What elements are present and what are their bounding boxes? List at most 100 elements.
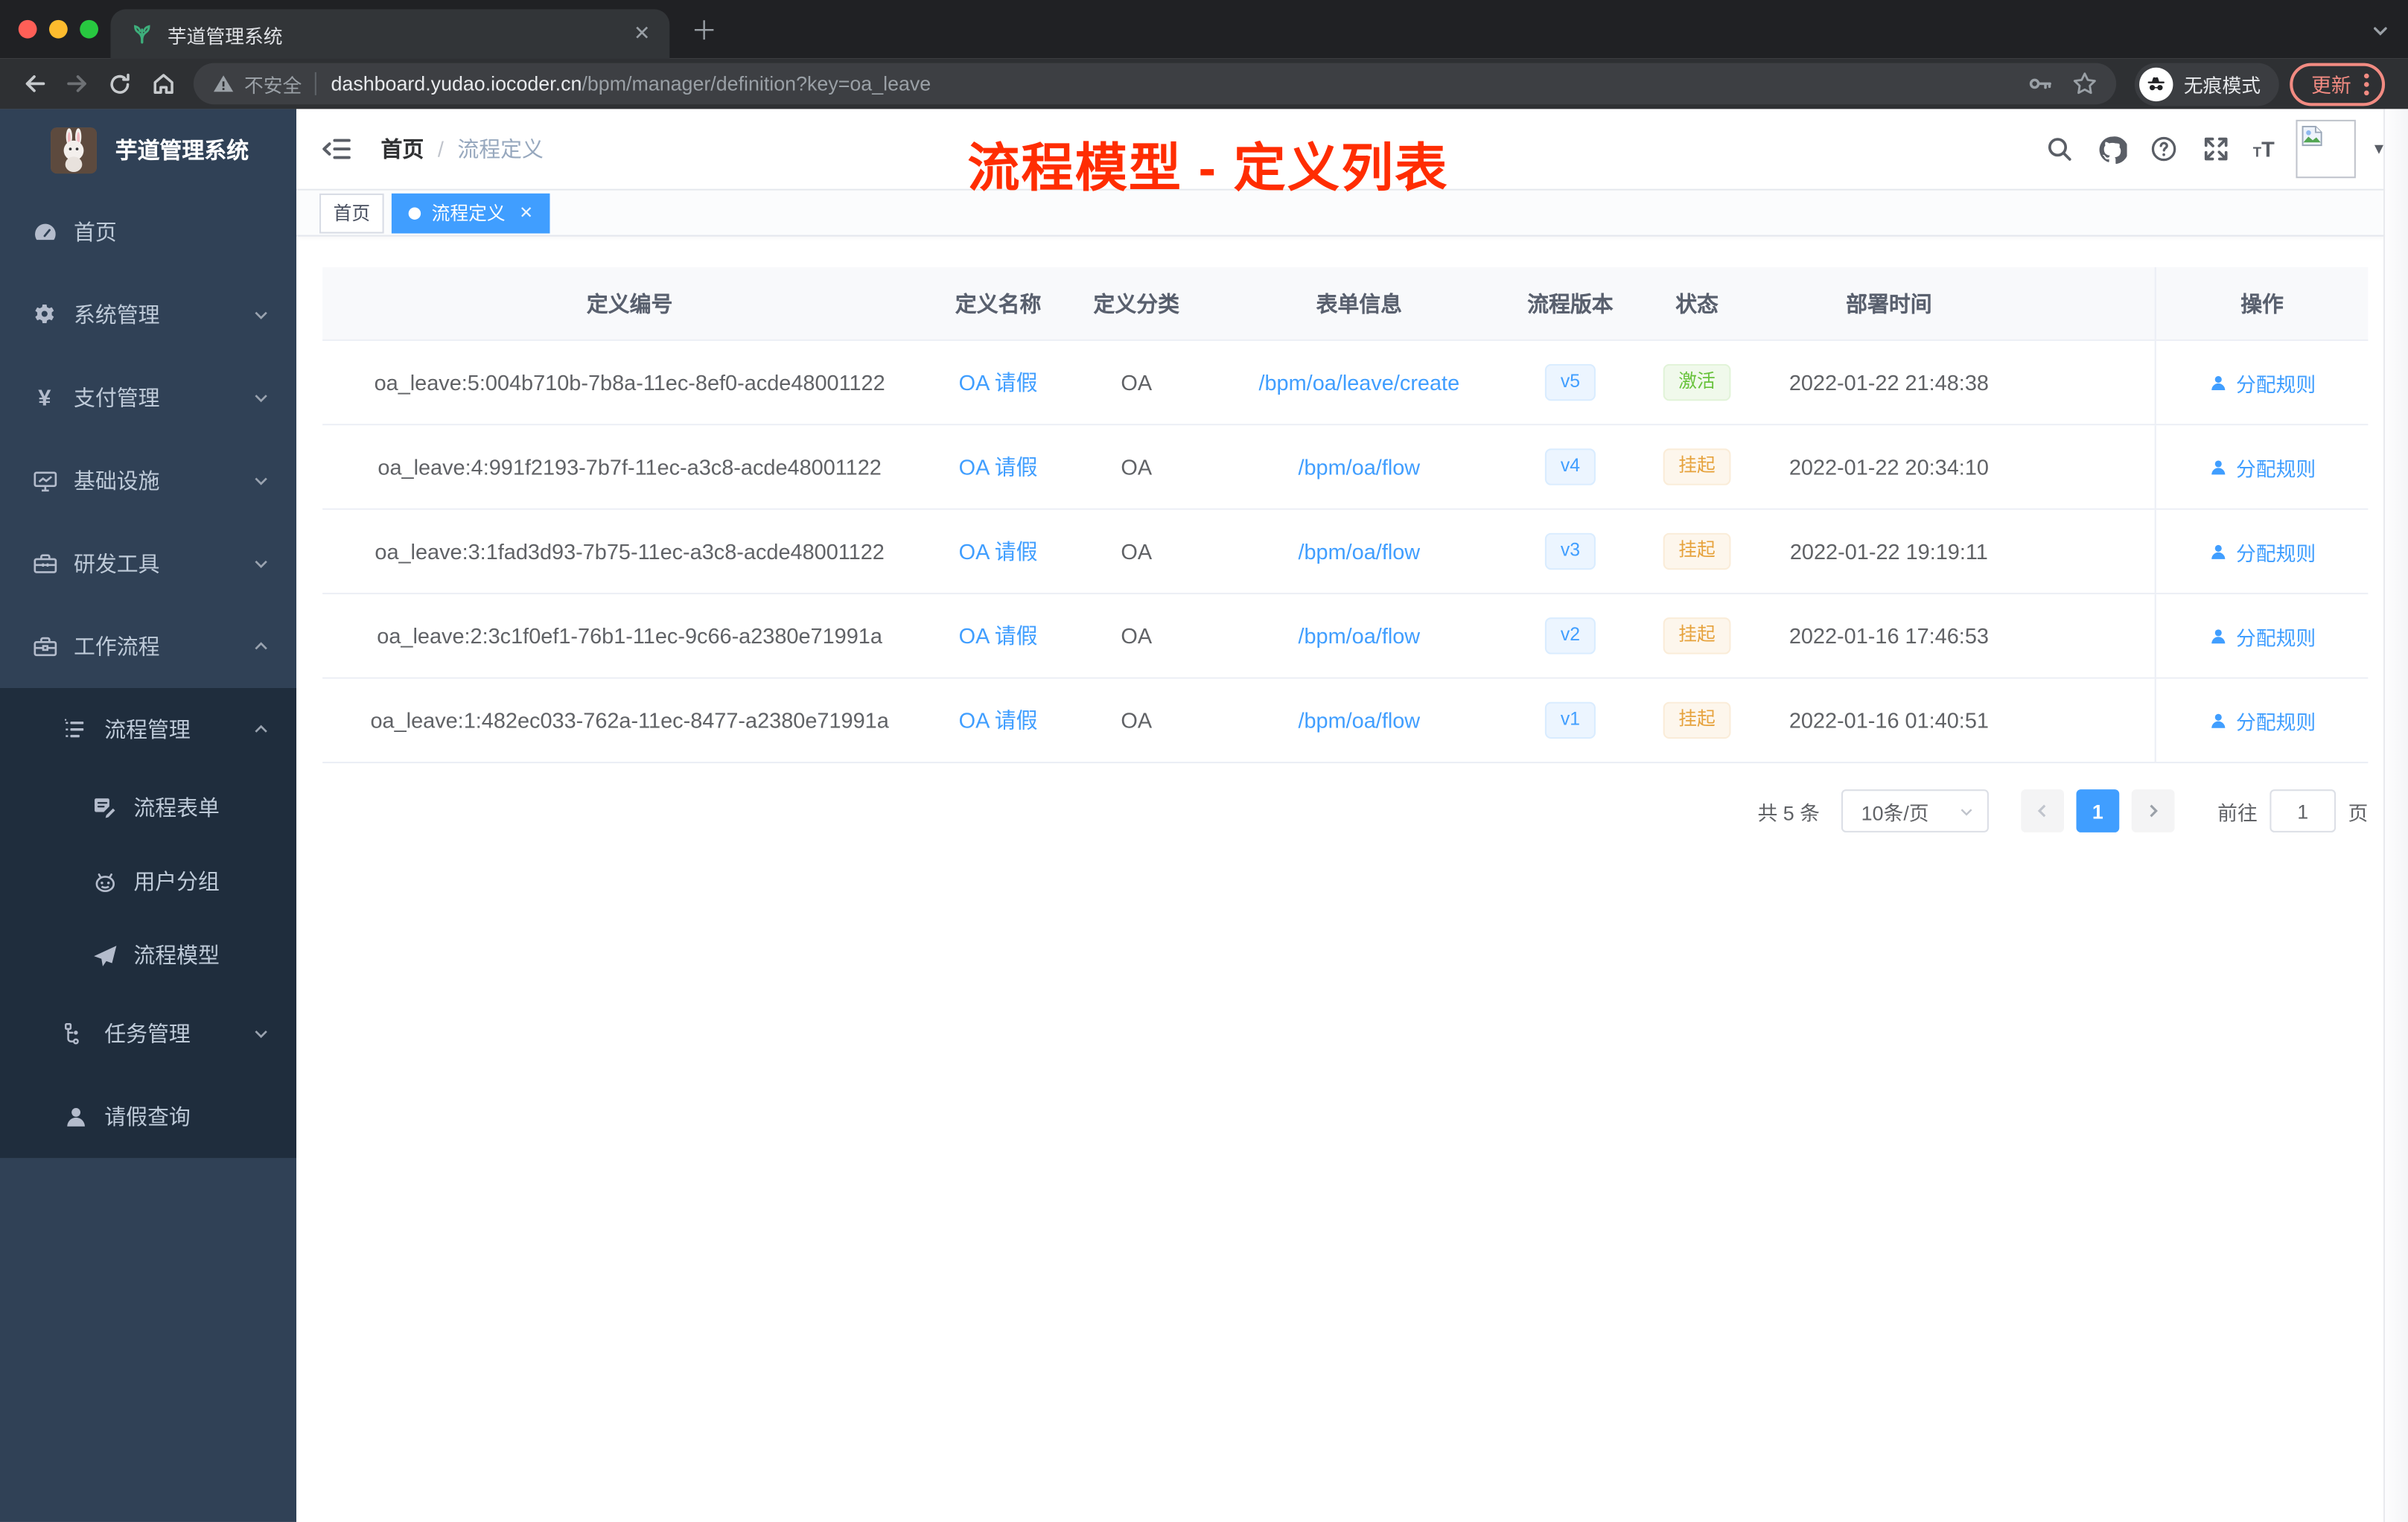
column-header: 定义编号	[586, 290, 673, 316]
definition-id: oa_leave:1:482ec033-762a-11ec-8477-a2380…	[370, 707, 889, 733]
monitor-icon	[31, 468, 58, 494]
security-label[interactable]: 不安全	[244, 69, 302, 98]
tag-close-icon[interactable]: ✕	[519, 203, 533, 223]
breadcrumb-home[interactable]: 首页	[381, 133, 424, 164]
browser-update-button[interactable]: 更新	[2290, 62, 2386, 106]
fullscreen-icon[interactable]	[2201, 133, 2232, 164]
form-link[interactable]: /bpm/oa/flow	[1298, 623, 1420, 648]
table-row: oa_leave:1:482ec033-762a-11ec-8477-a2380…	[322, 678, 2369, 764]
assign-rule-button[interactable]: 分配规则	[2208, 452, 2316, 481]
sidebar-item-system[interactable]: 系统管理	[0, 273, 296, 356]
pagination-total: 共 5 条	[1757, 800, 1820, 824]
page-scrollbar[interactable]	[2383, 109, 2408, 1522]
sidebar-item-devtools[interactable]: 研发工具	[0, 522, 296, 605]
url-text[interactable]: dashboard.yudao.iocoder.cn/bpm/manager/d…	[331, 72, 2015, 95]
window-minimize-button[interactable]	[49, 19, 68, 39]
definition-name-link[interactable]: OA 请假	[959, 708, 1038, 733]
browser-menu-dots-icon[interactable]	[2363, 71, 2369, 96]
form-link[interactable]: /bpm/oa/flow	[1298, 539, 1420, 564]
github-icon[interactable]	[2096, 133, 2127, 164]
sidebar-item-label: 流程模型	[133, 943, 220, 968]
goto-label: 前往	[2217, 800, 2258, 824]
table-header-row: 定义编号 定义名称 定义分类 表单信息 流程版本 状态 部署时间 操作	[322, 267, 2369, 341]
sidebar-item-leave-query[interactable]: 请假查询	[0, 1075, 296, 1158]
window-controls	[18, 19, 98, 39]
address-bar[interactable]: 不安全 dashboard.yudao.iocoder.cn/bpm/manag…	[193, 63, 2117, 105]
tab-title: 芋道管理系统	[167, 25, 283, 47]
page-size-select[interactable]: 10条/页	[1841, 789, 1989, 832]
home-icon[interactable]	[141, 63, 185, 106]
bookmark-star-icon[interactable]	[2071, 71, 2098, 97]
definition-id: oa_leave:3:1fad3d93-7b75-11ec-a3c8-acde4…	[375, 538, 885, 564]
content: 定义编号 定义名称 定义分类 表单信息 流程版本 状态 部署时间 操作 oa_l…	[296, 237, 2408, 832]
tab-close-icon[interactable]: ✕	[630, 22, 654, 46]
browser-toolbar: 不安全 dashboard.yudao.iocoder.cn/bpm/manag…	[0, 58, 2408, 109]
definition-category: OA	[1121, 623, 1153, 649]
assign-rule-button[interactable]: 分配规则	[2208, 368, 2316, 397]
page-size-value: 10条/页	[1861, 800, 1929, 824]
definition-name-link[interactable]: OA 请假	[959, 623, 1038, 648]
user-icon	[2211, 459, 2226, 474]
sidebar-item-workflow[interactable]: 工作流程	[0, 605, 296, 688]
back-icon[interactable]	[13, 63, 56, 106]
yen-icon: ¥	[38, 384, 51, 411]
definition-category: OA	[1121, 454, 1153, 480]
definition-id: oa_leave:5:004b710b-7b8a-11ec-8ef0-acde4…	[374, 370, 885, 395]
pagination: 共 5 条 10条/页 1 前往 页	[322, 789, 2368, 832]
workflow-submenu: 流程管理 流程表单 用户分组 流程模型 任务管理 请假查询	[0, 688, 297, 1159]
main-area: 首页 / 流程定义 TT ▼ 首页 流程定义 ✕ 定义编号 定义名称 定义分类 …	[296, 109, 2408, 1522]
incognito-icon	[2139, 66, 2173, 101]
font-size-icon[interactable]: TT	[2253, 137, 2275, 162]
sidebar-toggle-icon[interactable]	[319, 132, 353, 165]
sidebar-item-infrastructure[interactable]: 基础设施	[0, 439, 296, 522]
search-icon[interactable]	[2044, 133, 2074, 164]
status-badge: 挂起	[1663, 617, 1731, 655]
help-icon[interactable]	[2149, 133, 2179, 164]
definition-name-link[interactable]: OA 请假	[959, 539, 1038, 564]
definition-id: oa_leave:4:991f2193-7b7f-11ec-a3c8-acde4…	[378, 454, 882, 480]
assign-rule-button[interactable]: 分配规则	[2208, 706, 2316, 735]
new-tab-button[interactable]: ＋	[691, 9, 717, 48]
sidebar-item-home[interactable]: 首页	[0, 191, 296, 273]
toolbox-icon	[31, 550, 58, 576]
form-link[interactable]: /bpm/oa/flow	[1298, 708, 1420, 733]
sidebar-item-process-model[interactable]: 流程模型	[0, 918, 296, 992]
window-zoom-button[interactable]	[80, 19, 98, 39]
page-unit-label: 页	[2348, 800, 2369, 824]
tab-search-icon[interactable]	[2372, 22, 2390, 40]
sidebar-item-task-management[interactable]: 任务管理	[0, 992, 296, 1074]
incognito-badge: 无痕模式	[2134, 62, 2279, 106]
sidebar-item-user-group[interactable]: 用户分组	[0, 844, 296, 918]
version-badge: v5	[1545, 364, 1596, 401]
form-link[interactable]: /bpm/oa/flow	[1298, 455, 1420, 480]
definition-category: OA	[1121, 707, 1153, 733]
tag-home[interactable]: 首页	[319, 192, 384, 233]
tag-process-definition[interactable]: 流程定义 ✕	[391, 192, 550, 233]
reload-icon[interactable]	[98, 63, 141, 106]
forward-icon[interactable]	[55, 63, 98, 106]
sidebar-logo[interactable]: 芋道管理系统	[0, 109, 296, 190]
column-header: 操作	[2154, 267, 2369, 340]
browser-tab[interactable]: 芋道管理系统 ✕	[110, 9, 670, 59]
assign-rule-button[interactable]: 分配规则	[2208, 621, 2316, 650]
sidebar-item-process-management[interactable]: 流程管理	[0, 688, 296, 771]
security-warning-icon[interactable]	[212, 72, 235, 95]
definition-name-link[interactable]: OA 请假	[959, 370, 1038, 395]
sidebar-item-process-form[interactable]: 流程表单	[0, 771, 296, 844]
prev-page-button[interactable]	[2021, 789, 2064, 832]
breadcrumb-current: 流程定义	[457, 136, 544, 162]
column-header: 部署时间	[1846, 290, 1932, 316]
column-header: 定义分类	[1093, 290, 1180, 316]
definition-name-link[interactable]: OA 请假	[959, 455, 1038, 480]
goto-page-input[interactable]	[2270, 789, 2337, 832]
update-label: 更新	[2311, 74, 2351, 97]
sidebar-item-payment[interactable]: ¥ 支付管理	[0, 357, 296, 439]
avatar[interactable]	[2296, 119, 2357, 179]
next-page-button[interactable]	[2131, 789, 2175, 832]
breadcrumb: 首页 / 流程定义	[381, 133, 544, 164]
assign-rule-button[interactable]: 分配规则	[2208, 537, 2316, 566]
password-key-icon[interactable]	[2028, 71, 2054, 97]
form-link[interactable]: /bpm/oa/leave/create	[1258, 370, 1459, 395]
page-number-button[interactable]: 1	[2076, 789, 2120, 832]
window-close-button[interactable]	[18, 19, 37, 39]
